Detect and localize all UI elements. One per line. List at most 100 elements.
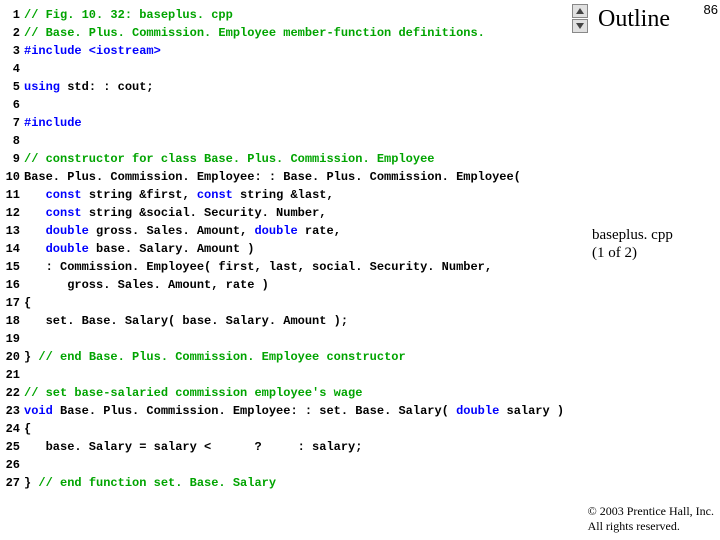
code-token: const (46, 188, 82, 202)
code-token: { (24, 422, 31, 436)
line-number: 1 (0, 6, 24, 24)
code-line: void Base. Plus. Commission. Employee: :… (24, 402, 570, 420)
code-line: { (24, 420, 570, 438)
line-number: 3 (0, 42, 24, 60)
line-number: 21 (0, 366, 24, 384)
code-token: base. Salary. Amount ) (89, 242, 255, 256)
line-number: 24 (0, 420, 24, 438)
line-number: 14 (0, 240, 24, 258)
prev-slide-button[interactable] (572, 4, 588, 18)
code-token: gross. Sales. Amount, rate ) (24, 278, 269, 292)
code-token: salary ) (499, 404, 564, 418)
code-token: base. Salary = salary < ? : salary; (24, 440, 362, 454)
code-line: } // end function set. Base. Salary (24, 474, 570, 492)
code-token: double (46, 242, 89, 256)
file-label: baseplus. cpp (1 of 2) (592, 226, 673, 262)
code-line: #include (24, 114, 570, 132)
line-number: 22 (0, 384, 24, 402)
line-number: 16 (0, 276, 24, 294)
nav-arrows (572, 4, 588, 33)
code-line: { (24, 294, 570, 312)
code-token: } (24, 350, 38, 364)
code-token: Base. Plus. Commission. Employee: : Base… (24, 170, 521, 184)
code-token: string &social. Security. Number, (82, 206, 327, 220)
code-line: base. Salary = salary < ? : salary; (24, 438, 570, 456)
code-line (24, 456, 570, 474)
code-line: const string &first, const string &last, (24, 186, 570, 204)
code-line: #include <iostream> (24, 42, 570, 60)
line-number: 12 (0, 204, 24, 222)
code-token: double (254, 224, 297, 238)
code-token: Base. Plus. Commission. Employee: : set.… (53, 404, 456, 418)
code-token: double (46, 224, 89, 238)
code-token (24, 206, 46, 220)
line-number: 25 (0, 438, 24, 456)
next-slide-button[interactable] (572, 19, 588, 33)
line-number-gutter: 1234567891011121314151617181920212223242… (0, 0, 24, 489)
line-number: 4 (0, 60, 24, 78)
code-token: : Commission. Employee( first, last, soc… (24, 260, 492, 274)
code-token: set. Base. Salary( base. Salary. Amount … (24, 314, 348, 328)
code-token: const (46, 206, 82, 220)
slide-root: 1234567891011121314151617181920212223242… (0, 0, 720, 540)
code-token: #include <iostream> (24, 44, 161, 58)
file-label-line2: (1 of 2) (592, 244, 673, 262)
side-pane: Outline 86 baseplus. cpp (1 of 2) © 2003… (570, 0, 720, 540)
code-line: Base. Plus. Commission. Employee: : Base… (24, 168, 570, 186)
code-token: // end Base. Plus. Commission. Employee … (38, 350, 405, 364)
line-number: 5 (0, 78, 24, 96)
copyright-line2: All rights reserved. (588, 519, 714, 534)
code-line (24, 96, 570, 114)
code-token: using (24, 80, 60, 94)
arrow-down-icon (575, 22, 585, 30)
line-number: 6 (0, 96, 24, 114)
code-line: : Commission. Employee( first, last, soc… (24, 258, 570, 276)
copyright: © 2003 Prentice Hall, Inc. All rights re… (588, 504, 714, 534)
code-line: double gross. Sales. Amount, double rate… (24, 222, 570, 240)
line-number: 8 (0, 132, 24, 150)
line-number: 15 (0, 258, 24, 276)
code-column: // Fig. 10. 32: baseplus. cpp // Base. Pl… (24, 0, 570, 489)
code-token: rate, (298, 224, 341, 238)
code-token: #include (24, 116, 82, 130)
code-line (24, 366, 570, 384)
line-number: 7 (0, 114, 24, 132)
line-number: 2 (0, 24, 24, 42)
arrow-up-icon (575, 7, 585, 15)
line-number: 26 (0, 456, 24, 474)
code-line: // Base. Plus. Commission. Employee memb… (24, 24, 570, 42)
code-line: // set base-salaried commission employee… (24, 384, 570, 402)
code-token: string &first, (82, 188, 197, 202)
line-number: 18 (0, 312, 24, 330)
file-label-line1: baseplus. cpp (592, 226, 673, 244)
line-number: 23 (0, 402, 24, 420)
code-token: // set base-salaried commission employee… (24, 386, 362, 400)
code-line: const string &social. Security. Number, (24, 204, 570, 222)
code-token (24, 242, 46, 256)
code-token: std: : cout; (60, 80, 154, 94)
code-line: // constructor for class Base. Plus. Com… (24, 150, 570, 168)
slide-number: 86 (704, 2, 718, 17)
code-token (24, 224, 46, 238)
line-number: 19 (0, 330, 24, 348)
line-number: 20 (0, 348, 24, 366)
code-line: gross. Sales. Amount, rate ) (24, 276, 570, 294)
code-line (24, 60, 570, 78)
code-line: using std: : cout; (24, 78, 570, 96)
line-number: 13 (0, 222, 24, 240)
line-number: 27 (0, 474, 24, 492)
code-line: } // end Base. Plus. Commission. Employe… (24, 348, 570, 366)
line-number: 9 (0, 150, 24, 168)
copyright-line1: © 2003 Prentice Hall, Inc. (588, 504, 714, 519)
code-token: string &last, (233, 188, 334, 202)
code-token: gross. Sales. Amount, (89, 224, 255, 238)
code-line: // Fig. 10. 32: baseplus. cpp (24, 6, 570, 24)
code-line: set. Base. Salary( base. Salary. Amount … (24, 312, 570, 330)
line-number: 11 (0, 186, 24, 204)
code-token: // Base. Plus. Commission. Employee memb… (24, 26, 485, 40)
code-token: // Fig. 10. 32: baseplus. cpp (24, 8, 233, 22)
code-line: double base. Salary. Amount ) (24, 240, 570, 258)
code-token: // constructor for class Base. Plus. Com… (24, 152, 434, 166)
line-number: 10 (0, 168, 24, 186)
code-token: double (456, 404, 499, 418)
